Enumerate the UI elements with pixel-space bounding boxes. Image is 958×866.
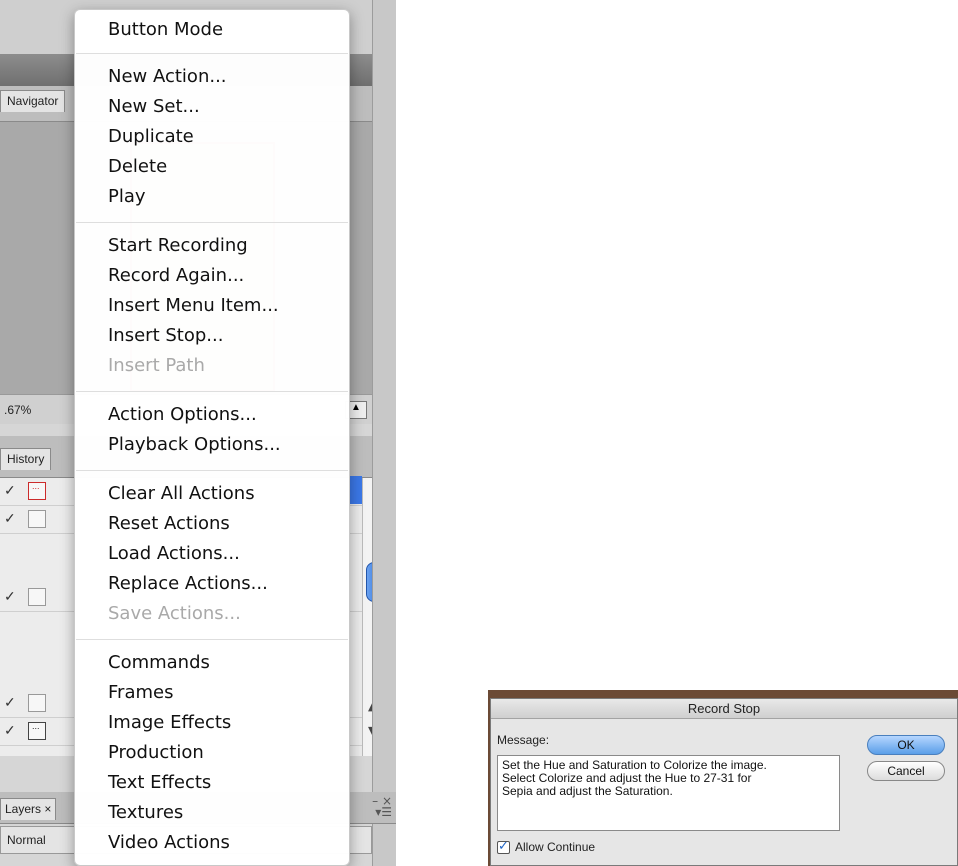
tab-history[interactable]: History: [0, 448, 52, 470]
menu-item-text-effects[interactable]: Text Effects: [108, 771, 211, 795]
dialog-toggle-icon[interactable]: [28, 588, 46, 606]
zoom-value[interactable]: .67%: [4, 403, 31, 417]
menu-item-playback-options[interactable]: Playback Options...: [108, 433, 281, 457]
menu-item-production[interactable]: Production: [108, 741, 204, 765]
dialog-toggle-icon[interactable]: [28, 694, 46, 712]
menu-item-insert-stop[interactable]: Insert Stop...: [108, 324, 223, 348]
menu-item-play[interactable]: Play: [108, 185, 146, 209]
menu-item-clear-all-actions[interactable]: Clear All Actions: [108, 482, 255, 506]
panel-menu-icon[interactable]: – ×▾☰: [372, 795, 392, 818]
tab-navigator[interactable]: Navigator: [0, 90, 66, 112]
dialog-toggle-icon[interactable]: [28, 510, 46, 528]
menu-item-record-again[interactable]: Record Again...: [108, 264, 244, 288]
checkmark-icon[interactable]: ✓: [4, 510, 20, 528]
menu-item-commands[interactable]: Commands: [108, 651, 210, 675]
checkmark-icon[interactable]: ✓: [4, 722, 20, 740]
menu-item-save-actions: Save Actions...: [108, 603, 241, 624]
checkmark-icon[interactable]: ✓: [4, 588, 20, 606]
menu-item-new-action[interactable]: New Action...: [108, 65, 227, 89]
menu-item-image-effects[interactable]: Image Effects: [108, 711, 231, 735]
menu-item-reset-actions[interactable]: Reset Actions: [108, 512, 230, 536]
menu-item-replace-actions[interactable]: Replace Actions...: [108, 572, 268, 596]
ok-button[interactable]: OK: [867, 735, 945, 755]
allow-continue-label: Allow Continue: [515, 840, 596, 854]
menu-item-start-recording[interactable]: Start Recording: [108, 234, 248, 258]
menu-separator: [76, 391, 348, 392]
menu-separator: [76, 470, 348, 471]
menu-item-delete[interactable]: Delete: [108, 155, 167, 179]
dialog-toggle-icon[interactable]: [28, 721, 46, 740]
menu-separator: [76, 222, 348, 223]
menu-separator: [76, 639, 348, 640]
menu-item-duplicate[interactable]: Duplicate: [108, 125, 194, 149]
menu-item-button-mode[interactable]: Button Mode: [108, 18, 223, 42]
menu-item-frames[interactable]: Frames: [108, 681, 173, 705]
menu-item-load-actions[interactable]: Load Actions...: [108, 542, 240, 566]
actions-panel-menu: Button Mode New Action... New Set... Dup…: [74, 9, 350, 866]
tab-layers[interactable]: Layers ×: [0, 798, 57, 820]
message-textarea[interactable]: Set the Hue and Saturation to Colorize t…: [497, 755, 840, 831]
checkmark-icon[interactable]: ✓: [4, 694, 20, 712]
cancel-button[interactable]: Cancel: [867, 761, 945, 781]
menu-item-new-set[interactable]: New Set...: [108, 95, 200, 119]
blend-mode-value: Normal: [7, 833, 46, 847]
panel-edge: [372, 0, 396, 866]
menu-item-insert-path: Insert Path: [108, 355, 205, 376]
checkmark-icon[interactable]: ✓: [4, 482, 20, 500]
allow-continue-checkbox[interactable]: [497, 839, 510, 854]
menu-item-insert-menu-item[interactable]: Insert Menu Item...: [108, 294, 279, 318]
selected-action-highlight: [350, 476, 362, 504]
dialog-title: Record Stop: [491, 699, 957, 719]
menu-item-video-actions[interactable]: Video Actions: [108, 831, 230, 855]
menu-separator: [76, 53, 348, 54]
menu-item-action-options[interactable]: Action Options...: [108, 403, 257, 427]
record-stop-dialog: Record Stop Message: Set the Hue and Sat…: [490, 698, 958, 866]
menu-item-textures[interactable]: Textures: [108, 801, 183, 825]
message-label: Message:: [497, 733, 550, 747]
dialog-toggle-icon[interactable]: [28, 481, 46, 500]
